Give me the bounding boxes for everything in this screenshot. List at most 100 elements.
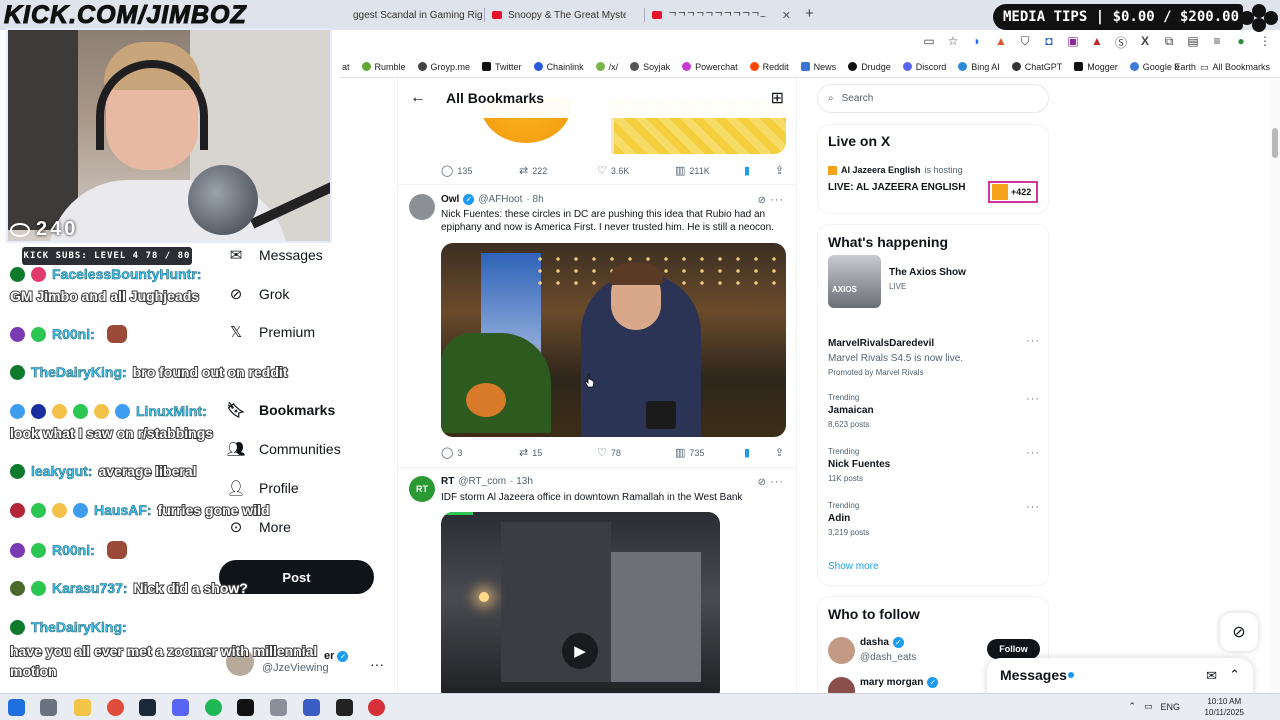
grok-icon[interactable]: ⊘ bbox=[758, 477, 766, 488]
shield-icon[interactable]: ⛉ bbox=[1018, 34, 1032, 51]
new-tab-icon[interactable]: + bbox=[805, 5, 814, 22]
browser-tab[interactable]: ᄀᄀᄀᄀᄀᄀᄀᄀᄀᄀ~ ✕ bbox=[644, 4, 799, 26]
chevron-up-icon[interactable]: ⌃ bbox=[1229, 667, 1240, 683]
sidebar-item-bookmarks[interactable]: 🔖︎ Bookmarks bbox=[226, 401, 335, 419]
network-icon[interactable]: ▭ bbox=[1144, 701, 1153, 712]
author-handle[interactable]: @RT_com bbox=[458, 476, 506, 487]
axios-show-thumbnail[interactable]: AXIOS bbox=[828, 255, 881, 308]
more-options-icon[interactable]: ··· bbox=[1026, 393, 1040, 405]
follow-button[interactable]: Follow bbox=[987, 639, 1040, 659]
app-icon[interactable] bbox=[368, 699, 385, 716]
cast-icon[interactable]: ▭ bbox=[922, 34, 936, 51]
chevron-right-icon[interactable]: » bbox=[1174, 61, 1180, 73]
tweet-time[interactable]: · 13h bbox=[510, 476, 533, 487]
sidebar-item-premium[interactable]: 𝕏 Premium bbox=[227, 323, 315, 341]
all-bookmarks-button[interactable]: ▭ All Bookmarks bbox=[1200, 62, 1270, 73]
bookmark-item[interactable]: Rumble bbox=[361, 62, 406, 72]
discord-icon[interactable] bbox=[172, 699, 189, 716]
bookmark-item[interactable]: Soyjak bbox=[630, 62, 670, 72]
task-view-icon[interactable] bbox=[40, 699, 57, 716]
sidebar-item-communities[interactable]: 👥︎ Communities bbox=[226, 440, 340, 458]
back-arrow-icon[interactable]: ← bbox=[410, 89, 434, 107]
x-icon[interactable]: X bbox=[1138, 34, 1152, 51]
trend-item[interactable]: MarvelRivalsDaredevil Marvel Rivals S4.5 … bbox=[828, 335, 1040, 377]
views-button[interactable]: ▥ 735 bbox=[675, 446, 704, 459]
bookmark-item[interactable]: Mogger bbox=[1074, 62, 1118, 72]
extension-icon[interactable]: ▲ bbox=[994, 34, 1008, 51]
search-input[interactable]: ⌕ Search bbox=[817, 84, 1049, 113]
puzzle-icon[interactable]: ⧉ bbox=[1162, 34, 1176, 51]
spotify-icon[interactable] bbox=[205, 699, 222, 716]
reply-button[interactable]: ◯ 3 bbox=[441, 446, 519, 459]
sidebar-icon[interactable]: ▤ bbox=[1186, 34, 1200, 51]
new-message-icon[interactable]: ✉ bbox=[1206, 668, 1217, 684]
more-options-icon[interactable]: ··· bbox=[1026, 447, 1040, 459]
bookmark-item[interactable]: at bbox=[342, 62, 350, 72]
trend-item[interactable]: Trending Jamaican 8,623 posts ··· bbox=[828, 393, 1040, 429]
browser-tab[interactable]: ggest Scandal in Gaming Rig bbox=[345, 4, 485, 26]
live-show-title[interactable]: LIVE: AL JAZEERA ENGLISH bbox=[828, 182, 965, 193]
add-bookmark-folder-icon[interactable]: ⊞ bbox=[771, 88, 784, 108]
show-more-link[interactable]: Show more bbox=[828, 561, 879, 572]
author-handle[interactable]: @AFHoot bbox=[478, 194, 522, 205]
share-icon[interactable]: ⇪ bbox=[775, 164, 784, 177]
trend-item[interactable]: Trending Adin 3,219 posts ··· bbox=[828, 501, 1040, 537]
author-name[interactable]: RT bbox=[441, 476, 454, 487]
repost-button[interactable]: ⇄ 222 bbox=[519, 164, 597, 177]
play-icon[interactable]: ▶ bbox=[562, 633, 598, 669]
repost-button[interactable]: ⇄ 15 bbox=[519, 446, 597, 459]
bookmark-icon[interactable]: ▮ bbox=[744, 446, 750, 459]
file-explorer-icon[interactable] bbox=[74, 699, 91, 716]
bookmark-item[interactable]: Powerchat bbox=[682, 62, 738, 72]
chrome-icon[interactable] bbox=[107, 699, 124, 716]
star-icon[interactable]: ☆ bbox=[946, 34, 960, 51]
bookmark-icon[interactable]: ▮ bbox=[744, 164, 750, 177]
tweet-media[interactable] bbox=[441, 243, 786, 437]
like-button[interactable]: ♡ 3.6K bbox=[597, 164, 675, 177]
share-icon[interactable]: ⇪ bbox=[775, 446, 784, 459]
more-options-icon[interactable]: ··· bbox=[770, 194, 784, 206]
author-name[interactable]: Owl bbox=[441, 194, 459, 205]
bookmark-item[interactable]: Drudge bbox=[848, 62, 891, 72]
extension-icon[interactable]: ◘ bbox=[1042, 34, 1056, 51]
bookmark-item[interactable]: Chainlink bbox=[533, 62, 584, 72]
live-host[interactable]: Al Jazeera English is hosting bbox=[828, 165, 963, 175]
bookmark-item[interactable]: Reddit bbox=[749, 62, 789, 72]
language-indicator[interactable]: ENG bbox=[1160, 702, 1180, 712]
reading-list-icon[interactable]: ≡ bbox=[1210, 34, 1224, 51]
bookmark-item[interactable]: /x/ bbox=[595, 62, 618, 72]
more-options-icon[interactable]: ··· bbox=[770, 476, 784, 488]
more-options-icon[interactable]: ··· bbox=[1026, 335, 1040, 347]
bookmark-item[interactable]: News bbox=[800, 62, 836, 72]
views-button[interactable]: ▥ 211K bbox=[675, 164, 710, 177]
extension-icon[interactable]: ▲ bbox=[1090, 34, 1104, 51]
app-icon[interactable] bbox=[270, 699, 287, 716]
bookmark-item[interactable]: Bing AI bbox=[958, 62, 1000, 72]
sidebar-item-more[interactable]: ⊙ More bbox=[227, 518, 291, 536]
terminal-icon[interactable] bbox=[237, 699, 254, 716]
grok-icon[interactable]: ⊘ bbox=[758, 195, 766, 206]
reply-button[interactable]: ◯ 135 bbox=[441, 164, 519, 177]
app-icon[interactable] bbox=[303, 699, 320, 716]
chevron-up-icon[interactable]: ⌃ bbox=[1128, 701, 1136, 712]
browser-tab[interactable]: Snoopy & The Great Mystery C bbox=[484, 4, 644, 26]
steam-icon[interactable] bbox=[139, 699, 156, 716]
page-scrollbar[interactable] bbox=[1270, 80, 1280, 693]
bookmark-item[interactable]: Twitter bbox=[482, 62, 522, 72]
avatar[interactable] bbox=[409, 194, 435, 220]
extension-icon[interactable]: ◗ bbox=[970, 34, 984, 51]
bookmark-item[interactable]: Groyp.me bbox=[417, 62, 470, 72]
featured-event[interactable]: The Axios Show LIVE bbox=[889, 267, 966, 291]
profile-avatar-icon[interactable]: ● bbox=[1234, 34, 1248, 51]
grok-floating-button[interactable]: ⊘ bbox=[1220, 613, 1258, 651]
like-button[interactable]: ♡ 78 bbox=[597, 446, 675, 459]
tweet-video[interactable]: ▶ bbox=[441, 512, 720, 693]
extension-icon[interactable]: ▣ bbox=[1066, 34, 1080, 51]
extension-icon[interactable]: Ⓢ bbox=[1114, 34, 1128, 51]
messages-drawer[interactable]: Messages ✉ ⌃ bbox=[987, 658, 1253, 698]
sidebar-item-profile[interactable]: 👤︎ Profile bbox=[226, 479, 298, 497]
start-icon[interactable] bbox=[8, 699, 25, 716]
bookmark-item[interactable]: ChatGPT bbox=[1011, 62, 1062, 72]
menu-kebab-icon[interactable]: ⋮ bbox=[1258, 34, 1272, 51]
avatar[interactable]: RT bbox=[409, 476, 435, 502]
